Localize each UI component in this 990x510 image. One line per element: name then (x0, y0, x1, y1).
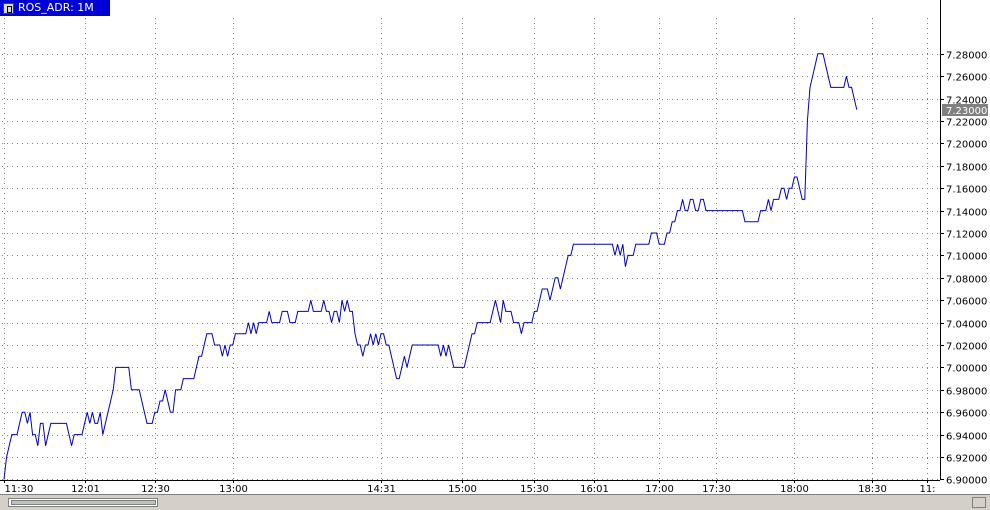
y-tick-label: 6.98000 (946, 387, 987, 398)
x-tick-label: 15:00 (448, 484, 477, 494)
y-tick-label: 7.02000 (946, 342, 987, 353)
x-tick-label: 18:30 (858, 484, 887, 494)
x-tick-label: 11:30 (5, 484, 34, 494)
y-tick-label: 7.26000 (946, 73, 987, 84)
chart-series (3, 53, 858, 480)
y-tick-label: 7.28000 (946, 51, 987, 62)
x-tick-label: 17:30 (702, 484, 731, 494)
y-tick-label: 7.12000 (946, 230, 987, 241)
y-tick-label: 7.14000 (946, 208, 987, 219)
chart-tick-labels: 6.90000 6.92000 6.94000 6.96000 6.98000 7.000… (5, 51, 988, 494)
y-tick-label: 6.96000 (946, 409, 987, 420)
horizontal-scrollbar[interactable] (0, 494, 990, 510)
y-tick-label: 6.92000 (946, 454, 987, 465)
y-tick-label: 6.94000 (946, 432, 987, 443)
y-tick-label: 7.16000 (946, 185, 987, 196)
y-tick-label: 7.22000 (946, 118, 987, 129)
price-line (3, 53, 858, 480)
x-tick-label: 16:01 (580, 484, 609, 494)
y-tick-label: 7.00000 (946, 364, 987, 375)
y-tick-label: 7.08000 (946, 275, 987, 286)
scrollbar-thumb[interactable] (11, 500, 156, 505)
x-tick-label: 17:00 (645, 484, 674, 494)
price-chart[interactable]: 6.90000 6.92000 6.94000 6.96000 6.98000 7.000… (0, 0, 990, 494)
x-tick-label: 11: (919, 484, 935, 494)
y-tick-label: 7.04000 (946, 320, 987, 331)
x-tick-label: 12:30 (141, 484, 170, 494)
scrollbar-end-button[interactable] (972, 497, 986, 508)
x-tick-label: 13:00 (219, 484, 248, 494)
scrollbar-track[interactable] (8, 498, 158, 507)
current-price-label: 7.23000 (946, 106, 987, 117)
y-tick-label: 7.20000 (946, 140, 987, 151)
x-tick-label: 18:00 (780, 484, 809, 494)
y-tick-label: 7.06000 (946, 297, 987, 308)
chart-grid (2, 18, 940, 480)
chart-axes (0, 0, 944, 483)
y-tick-label: 6.90000 (946, 476, 987, 487)
x-tick-label: 12:01 (71, 484, 100, 494)
x-tick-label: 14:31 (367, 484, 396, 494)
x-tick-label: 15:30 (520, 484, 549, 494)
y-tick-label: 7.18000 (946, 163, 987, 174)
y-tick-label: 7.10000 (946, 252, 987, 263)
